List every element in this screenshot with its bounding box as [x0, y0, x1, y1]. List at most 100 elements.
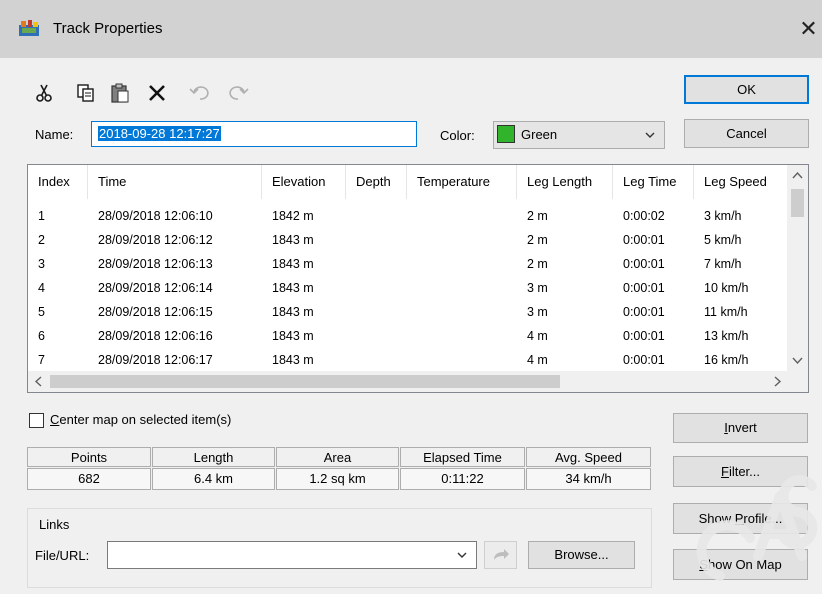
column-header-leg-time[interactable]: Leg Time	[613, 165, 694, 199]
scroll-right-icon[interactable]	[767, 371, 788, 392]
table-row[interactable]: 6 28/09/2018 12:06:16 1843 m 4 m 0:00:01…	[28, 325, 788, 347]
stat-elapsed-time: Elapsed Time 0:11:22	[400, 447, 525, 491]
cell-time: 28/09/2018 12:06:12	[98, 233, 213, 247]
table-row[interactable]: 2 28/09/2018 12:06:12 1843 m 2 m 0:00:01…	[28, 229, 788, 251]
table-row[interactable]: 5 28/09/2018 12:06:15 1843 m 3 m 0:00:01…	[28, 301, 788, 323]
cell-leg-time: 0:00:01	[623, 233, 665, 247]
cell-leg-length: 3 m	[527, 281, 548, 295]
track-statistics: Points 682 Length 6.4 km Area 1.2 sq km …	[27, 447, 651, 491]
cell-index: 5	[38, 305, 45, 319]
column-header-elevation[interactable]: Elevation	[262, 165, 346, 199]
stat-value: 34 km/h	[526, 468, 651, 490]
cell-index: 4	[38, 281, 45, 295]
cell-leg-speed: 13 km/h	[704, 329, 749, 343]
scroll-up-icon[interactable]	[787, 165, 808, 186]
cell-index: 2	[38, 233, 45, 247]
file-url-input[interactable]	[107, 541, 477, 569]
cell-leg-speed: 10 km/h	[704, 281, 749, 295]
undo-icon	[188, 82, 210, 104]
stat-header: Elapsed Time	[400, 447, 525, 467]
browse-button[interactable]: Browse...	[528, 541, 635, 569]
table-row[interactable]: 3 28/09/2018 12:06:13 1843 m 2 m 0:00:01…	[28, 253, 788, 275]
copy-icon[interactable]	[75, 82, 97, 104]
cell-time: 28/09/2018 12:06:17	[98, 353, 213, 367]
delete-x-icon[interactable]	[146, 82, 168, 104]
cancel-button[interactable]: Cancel	[684, 119, 809, 148]
scrollbar-corner	[787, 371, 808, 392]
stat-value: 6.4 km	[152, 468, 275, 490]
redo-icon	[226, 82, 249, 104]
column-header-temperature[interactable]: Temperature	[407, 165, 517, 199]
stat-value: 682	[27, 468, 151, 490]
paste-icon[interactable]	[109, 82, 131, 104]
cell-index: 6	[38, 329, 45, 343]
stat-header: Avg. Speed	[526, 447, 651, 467]
cell-elevation: 1842 m	[272, 209, 314, 223]
column-header-depth[interactable]: Depth	[346, 165, 407, 199]
scissors-icon[interactable]	[33, 82, 55, 104]
vertical-scroll-thumb[interactable]	[791, 189, 804, 217]
cell-elevation: 1843 m	[272, 281, 314, 295]
chevron-down-icon[interactable]	[456, 544, 468, 569]
cell-leg-time: 0:00:01	[623, 281, 665, 295]
open-link-button	[484, 541, 517, 569]
file-url-label: File/URL:	[35, 548, 90, 563]
horizontal-scroll-thumb[interactable]	[50, 375, 560, 388]
cell-leg-length: 2 m	[527, 209, 548, 223]
stat-value: 0:11:22	[400, 468, 525, 490]
cell-leg-time: 0:00:02	[623, 209, 665, 223]
name-input-value: 2018-09-28 12:17:27	[98, 126, 221, 141]
stat-area: Area 1.2 sq km	[276, 447, 399, 491]
table-row[interactable]: 1 28/09/2018 12:06:10 1842 m 2 m 0:00:02…	[28, 205, 788, 227]
color-select[interactable]: Green	[493, 121, 665, 149]
column-header-index[interactable]: Index	[28, 165, 88, 199]
horizontal-scrollbar[interactable]	[28, 371, 788, 392]
cell-time: 28/09/2018 12:06:13	[98, 257, 213, 271]
table-row[interactable]: 4 28/09/2018 12:06:14 1843 m 3 m 0:00:01…	[28, 277, 788, 299]
cell-elevation: 1843 m	[272, 233, 314, 247]
column-header-time[interactable]: Time	[88, 165, 262, 199]
stat-avg-speed: Avg. Speed 34 km/h	[526, 447, 651, 491]
invert-button[interactable]: Invert	[673, 413, 808, 443]
stat-value: 1.2 sq km	[276, 468, 399, 490]
scroll-left-icon[interactable]	[28, 371, 49, 392]
cell-time: 28/09/2018 12:06:10	[98, 209, 213, 223]
cell-index: 7	[38, 353, 45, 367]
cell-index: 1	[38, 209, 45, 223]
name-input[interactable]: 2018-09-28 12:17:27	[91, 121, 417, 147]
forward-arrow-icon	[494, 549, 509, 560]
window-title: Track Properties	[53, 20, 163, 37]
column-header-leg-speed[interactable]: Leg Speed	[694, 165, 788, 199]
track-properties-icon	[19, 20, 39, 36]
cell-elevation: 1843 m	[272, 305, 314, 319]
stat-header: Area	[276, 447, 399, 467]
vertical-scrollbar[interactable]	[787, 165, 808, 371]
color-label: Color:	[440, 128, 475, 143]
column-header-leg-length[interactable]: Leg Length	[517, 165, 613, 199]
cell-leg-speed: 16 km/h	[704, 353, 749, 367]
cell-leg-speed: 11 km/h	[704, 305, 748, 319]
close-icon[interactable]: ✕	[795, 14, 822, 44]
color-swatch	[497, 125, 515, 143]
links-group-label: Links	[36, 517, 73, 532]
cell-leg-time: 0:00:01	[623, 353, 665, 367]
cell-elevation: 1843 m	[272, 353, 314, 367]
cell-leg-speed: 5 km/h	[704, 233, 742, 247]
scroll-down-icon[interactable]	[787, 350, 808, 371]
chevron-down-icon	[644, 124, 656, 149]
track-points-table[interactable]: Index Time Elevation Depth Temperature L…	[27, 164, 809, 393]
watermark-logo	[696, 475, 818, 581]
center-map-checkbox[interactable]	[29, 413, 44, 428]
stat-header: Points	[27, 447, 151, 467]
ok-button[interactable]: OK	[684, 75, 809, 104]
table-row[interactable]: 7 28/09/2018 12:06:17 1843 m 4 m 0:00:01…	[28, 349, 788, 371]
cell-leg-length: 2 m	[527, 233, 548, 247]
cell-leg-length: 2 m	[527, 257, 548, 271]
cell-leg-length: 3 m	[527, 305, 548, 319]
center-map-label[interactable]: Center map on selected item(s)	[50, 412, 231, 427]
color-select-value: Green	[521, 127, 558, 142]
cell-leg-time: 0:00:01	[623, 257, 665, 271]
cell-leg-speed: 3 km/h	[704, 209, 742, 223]
stat-length: Length 6.4 km	[152, 447, 275, 491]
cell-time: 28/09/2018 12:06:16	[98, 329, 213, 343]
